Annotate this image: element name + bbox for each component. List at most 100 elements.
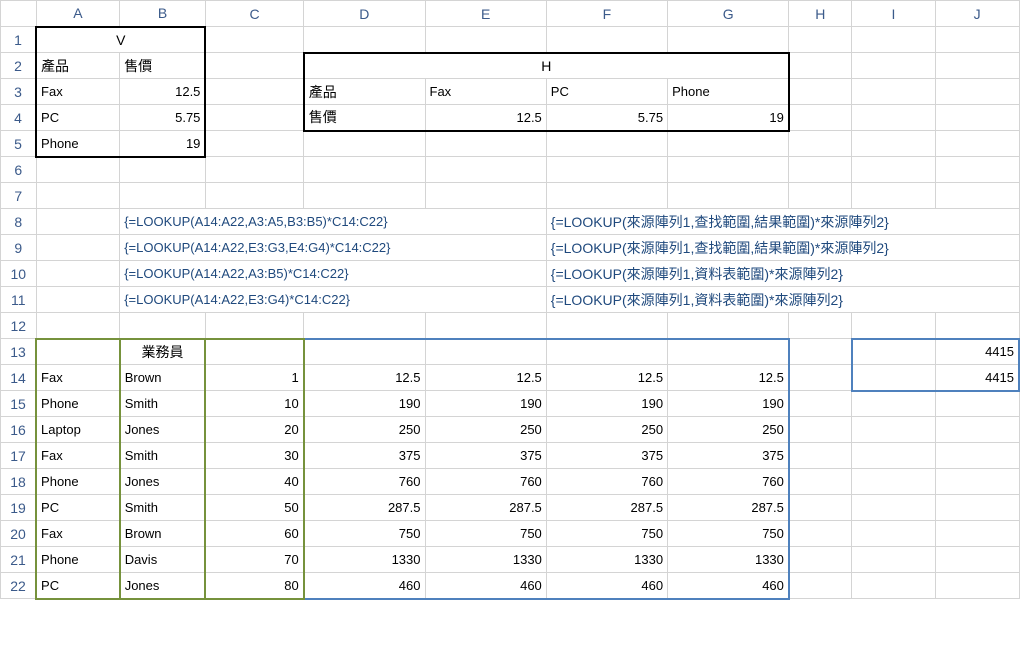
tableV-hdr-product[interactable]: 產品 <box>36 53 120 79</box>
formula-text[interactable]: {=LOOKUP(A14:A22,E3:G4)*C14:C22} <box>120 287 547 313</box>
cell[interactable] <box>852 157 936 183</box>
cell[interactable] <box>852 313 936 339</box>
cell[interactable] <box>205 157 303 183</box>
tableV-title[interactable]: V <box>36 27 205 53</box>
data-v2[interactable]: 190 <box>546 391 667 417</box>
cell[interactable] <box>205 131 303 157</box>
data-product[interactable]: Phone <box>36 547 120 573</box>
cell[interactable] <box>36 313 120 339</box>
cell[interactable] <box>789 339 852 365</box>
data-v1[interactable]: 460 <box>304 573 425 599</box>
formula-label[interactable]: 應收 H1 <box>36 235 120 261</box>
row-header-20[interactable]: 20 <box>1 521 37 547</box>
data-hdr-h2[interactable]: 應收 H2 <box>668 339 789 365</box>
cell[interactable] <box>935 313 1019 339</box>
total-value-v[interactable]: 4415 <box>935 339 1019 365</box>
data-h2[interactable]: 760 <box>668 469 789 495</box>
cell[interactable] <box>852 183 936 209</box>
data-sales[interactable]: Brown <box>120 521 206 547</box>
data-v2[interactable]: 750 <box>546 521 667 547</box>
cell[interactable] <box>789 391 852 417</box>
total-label-h[interactable]: 總收 H <box>852 365 936 391</box>
data-v1[interactable]: 190 <box>304 391 425 417</box>
data-h1[interactable]: 1330 <box>425 547 546 573</box>
cell[interactable] <box>852 27 936 53</box>
data-v2[interactable]: 1330 <box>546 547 667 573</box>
data-units[interactable]: 50 <box>205 495 303 521</box>
data-v1[interactable]: 375 <box>304 443 425 469</box>
cell[interactable] <box>304 157 425 183</box>
cell[interactable] <box>546 27 667 53</box>
formula-label[interactable]: 應收 V2 <box>36 261 120 287</box>
data-hdr-v2[interactable]: 應收 V2 <box>546 339 667 365</box>
data-v2[interactable]: 375 <box>546 443 667 469</box>
data-sales[interactable]: Jones <box>120 417 206 443</box>
cell[interactable] <box>935 79 1019 105</box>
cell[interactable] <box>852 79 936 105</box>
cell[interactable] <box>935 521 1019 547</box>
formula-text[interactable]: {=LOOKUP(A14:A22,A3:B5)*C14:C22} <box>120 261 547 287</box>
tableH-product[interactable]: Fax <box>425 79 546 105</box>
cell[interactable] <box>789 365 852 391</box>
data-product[interactable]: Fax <box>36 443 120 469</box>
cell[interactable] <box>852 53 936 79</box>
cell[interactable] <box>852 417 936 443</box>
tableH-hdr-product[interactable]: 產品 <box>304 79 425 105</box>
col-G[interactable]: G <box>668 1 789 27</box>
cell[interactable] <box>935 443 1019 469</box>
cell[interactable] <box>668 157 789 183</box>
data-sales[interactable]: Brown <box>120 365 206 391</box>
cell[interactable] <box>205 53 303 79</box>
tableV-price[interactable]: 12.5 <box>120 79 206 105</box>
col-E[interactable]: E <box>425 1 546 27</box>
cell[interactable] <box>789 521 852 547</box>
spreadsheet[interactable]: A B C D E F G H I J 1V2產品售價H3Fax12.5產品Fa… <box>0 0 1020 600</box>
data-v2[interactable]: 12.5 <box>546 365 667 391</box>
row-header-12[interactable]: 12 <box>1 313 37 339</box>
row-header-17[interactable]: 17 <box>1 443 37 469</box>
cell[interactable] <box>789 573 852 599</box>
data-product[interactable]: Phone <box>36 469 120 495</box>
cell[interactable] <box>852 469 936 495</box>
data-hdr-h1[interactable]: 應收 H1 <box>425 339 546 365</box>
row-header-5[interactable]: 5 <box>1 131 37 157</box>
data-h2[interactable]: 375 <box>668 443 789 469</box>
cell[interactable] <box>205 105 303 131</box>
row-header-4[interactable]: 4 <box>1 105 37 131</box>
row-header-19[interactable]: 19 <box>1 495 37 521</box>
tableH-product[interactable]: Phone <box>668 79 789 105</box>
data-v2[interactable]: 460 <box>546 573 667 599</box>
tableV-price[interactable]: 5.75 <box>120 105 206 131</box>
cell[interactable] <box>789 313 852 339</box>
cell[interactable] <box>425 157 546 183</box>
cell[interactable] <box>546 131 667 157</box>
tableH-price[interactable]: 5.75 <box>546 105 667 131</box>
tableV-price[interactable]: 19 <box>120 131 206 157</box>
col-B[interactable]: B <box>120 1 206 27</box>
tableV-product[interactable]: PC <box>36 105 120 131</box>
data-h1[interactable]: 460 <box>425 573 546 599</box>
cell[interactable] <box>789 417 852 443</box>
data-h1[interactable]: 750 <box>425 521 546 547</box>
cell[interactable] <box>205 183 303 209</box>
cell[interactable] <box>852 573 936 599</box>
cell[interactable] <box>789 443 852 469</box>
cell[interactable] <box>425 183 546 209</box>
data-v1[interactable]: 287.5 <box>304 495 425 521</box>
row-header-16[interactable]: 16 <box>1 417 37 443</box>
data-v1[interactable]: 12.5 <box>304 365 425 391</box>
col-I[interactable]: I <box>852 1 936 27</box>
formula-text[interactable]: {=LOOKUP(A14:A22,E3:G3,E4:G4)*C14:C22} <box>120 235 547 261</box>
cell[interactable] <box>935 573 1019 599</box>
select-all-corner[interactable] <box>1 1 37 27</box>
formula-desc[interactable]: {=LOOKUP(來源陣列1,查找範圍,結果範圍)*來源陣列2} <box>546 235 1019 261</box>
row-header-9[interactable]: 9 <box>1 235 37 261</box>
data-h1[interactable]: 12.5 <box>425 365 546 391</box>
cell[interactable] <box>789 495 852 521</box>
cell[interactable] <box>36 183 120 209</box>
data-units[interactable]: 1 <box>205 365 303 391</box>
row-header-14[interactable]: 14 <box>1 365 37 391</box>
row-header-22[interactable]: 22 <box>1 573 37 599</box>
tableV-product[interactable]: Fax <box>36 79 120 105</box>
cell[interactable] <box>789 27 852 53</box>
